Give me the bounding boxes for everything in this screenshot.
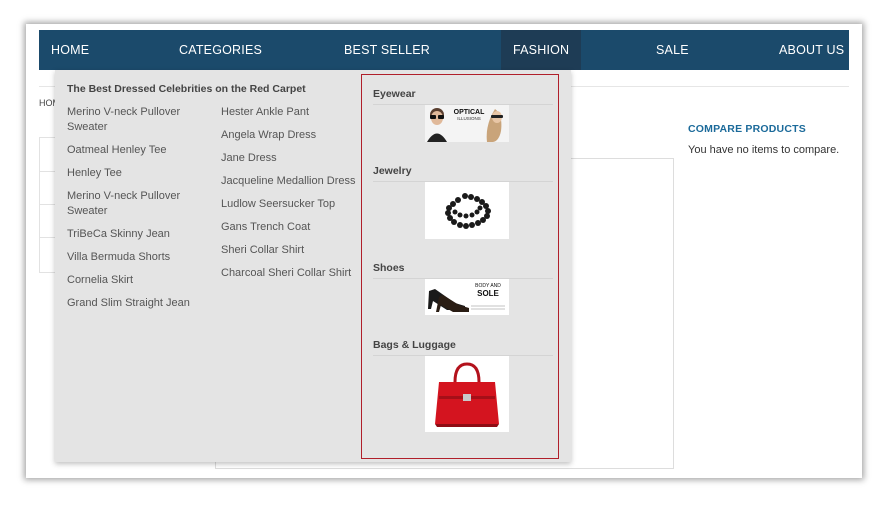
menu-link[interactable]: Jacqueline Medallion Dress	[221, 174, 371, 189]
menu-link[interactable]: Sheri Collar Shirt	[221, 243, 371, 258]
menu-link[interactable]: Gans Trench Coat	[221, 220, 371, 235]
eyewear-banner-line2: ILLUSIONS	[457, 116, 481, 121]
menu-link[interactable]: Charcoal Sheri Collar Shirt	[221, 266, 371, 281]
eyewear-banner[interactable]: OPTICAL ILLUSIONS	[425, 105, 509, 142]
page-frame: HOME CATEGORIES BEST SELLER FASHION SALE…	[26, 24, 862, 478]
nav-best-seller[interactable]: BEST SELLER	[344, 30, 430, 70]
shoes-banner[interactable]: BODY AND SOLE	[425, 279, 509, 315]
nav-sale[interactable]: SALE	[656, 30, 689, 70]
fashion-mega-menu: The Best Dressed Celebrities on the Red …	[55, 70, 571, 462]
jewelry-thumbnail[interactable]	[425, 182, 509, 239]
featured-title-bags[interactable]: Bags & Luggage	[373, 339, 456, 351]
menu-heading: The Best Dressed Celebrities on the Red …	[67, 83, 306, 95]
featured-title-jewelry[interactable]: Jewelry	[373, 165, 412, 177]
bags-thumbnail[interactable]	[425, 356, 509, 432]
handbag-image	[435, 362, 499, 427]
nav-about-us[interactable]: ABOUT US	[779, 30, 844, 70]
eyewear-banner-line1: OPTICAL	[453, 109, 485, 116]
menu-link[interactable]: Merino V-neck Pullover Sweater	[67, 105, 217, 135]
necklace-image	[445, 193, 491, 229]
menu-link[interactable]: Ludlow Seersucker Top	[221, 197, 371, 212]
shoes-banner-line2: SOLE	[477, 289, 499, 298]
menu-link[interactable]: Merino V-neck Pullover Sweater	[67, 189, 217, 219]
menu-link[interactable]: Jane Dress	[221, 151, 371, 166]
menu-link[interactable]: Villa Bermuda Shorts	[67, 250, 217, 265]
menu-link[interactable]: TriBeCa Skinny Jean	[67, 227, 217, 242]
nav-fashion[interactable]: FASHION	[501, 30, 582, 70]
nav-categories[interactable]: CATEGORIES	[179, 30, 262, 70]
featured-categories-panel: Eyewear OPTICAL ILLUSIONS Jewelry Shoes …	[361, 74, 559, 459]
featured-title-eyewear[interactable]: Eyewear	[373, 88, 416, 100]
menu-link[interactable]: Henley Tee	[67, 166, 217, 181]
nav-home[interactable]: HOME	[51, 30, 89, 70]
main-nav: HOME CATEGORIES BEST SELLER FASHION SALE…	[39, 30, 849, 70]
menu-link[interactable]: Hester Ankle Pant	[221, 105, 371, 120]
compare-empty-text: You have no items to compare.	[688, 144, 840, 156]
menu-link[interactable]: Angela Wrap Dress	[221, 128, 371, 143]
menu-link[interactable]: Grand Slim Straight Jean	[67, 296, 217, 311]
menu-link[interactable]: Oatmeal Henley Tee	[67, 143, 217, 158]
compare-products-title: COMPARE PRODUCTS	[688, 123, 806, 135]
menu-link[interactable]: Cornelia Skirt	[67, 273, 217, 288]
featured-title-shoes[interactable]: Shoes	[373, 262, 405, 274]
